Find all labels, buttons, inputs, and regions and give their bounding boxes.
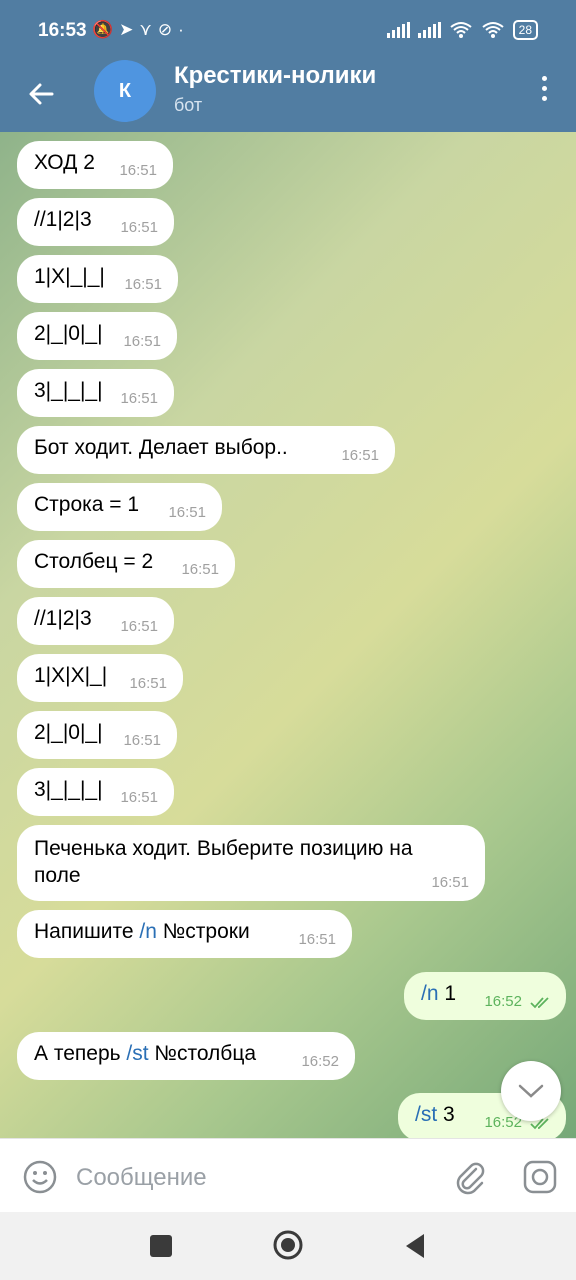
- signal-icon-2: [417, 22, 441, 38]
- mute-icon: 🔕: [92, 20, 120, 39]
- home-button[interactable]: [272, 1229, 304, 1261]
- message-text: Строка = 1: [34, 493, 140, 516]
- message-bubble[interactable]: 2|_|0|_| 16:51: [17, 711, 177, 759]
- link-icon: ⊘: [157, 20, 179, 39]
- avatar[interactable]: К: [94, 60, 156, 122]
- notification-icons: 🔕➤⋎⊘·: [92, 20, 190, 40]
- message-bubble[interactable]: 3|_|_|_| 16:51: [17, 369, 174, 417]
- message-text: 3|_|_|_|: [34, 379, 103, 402]
- message-text: ХОД 2: [34, 151, 95, 174]
- message-bubble[interactable]: Бот ходит. Делает выбор.. 16:51: [17, 426, 395, 474]
- message-bubble[interactable]: Строка = 1 16:51: [17, 483, 222, 531]
- message-input-bar: [0, 1138, 576, 1213]
- message-text: //1|2|3: [34, 208, 92, 231]
- recents-button[interactable]: [150, 1235, 172, 1257]
- camera-icon[interactable]: [522, 1159, 558, 1195]
- system-nav-bar: [0, 1212, 576, 1280]
- message-text-part: №столбца: [148, 1042, 257, 1065]
- message-text: Печенька ходит. Выберите позицию на поле: [34, 837, 413, 887]
- message-text: //1|2|3: [34, 607, 92, 630]
- message-time: 16:51: [298, 931, 336, 948]
- message-text: /st 3: [415, 1103, 455, 1126]
- message-input[interactable]: [74, 1157, 418, 1199]
- chat-header: К Крестики-нолики бот: [0, 60, 576, 132]
- battery-icon: 28: [512, 20, 538, 40]
- command-link[interactable]: /n: [421, 982, 439, 1005]
- message-text-part: А теперь: [34, 1042, 127, 1065]
- chevron-down-icon: [518, 1084, 544, 1098]
- message-time: 16:51: [181, 561, 219, 578]
- back-triangle-icon[interactable]: [402, 1232, 428, 1260]
- message-text: /n 1: [421, 982, 456, 1005]
- message-text: 1|X|_|_|: [34, 265, 105, 288]
- outgoing-message-bubble[interactable]: /n 1 16:52: [404, 972, 566, 1020]
- message-bubble[interactable]: 1|X|_|_| 16:51: [17, 255, 178, 303]
- message-text: Бот ходит. Делает выбор..: [34, 436, 288, 459]
- attach-icon[interactable]: [452, 1159, 488, 1195]
- message-bubble[interactable]: Столбец = 2 16:51: [17, 540, 235, 588]
- status-right: 28: [386, 20, 538, 40]
- message-text: Напишите /n №строки: [34, 920, 250, 943]
- message-time: 16:51: [123, 333, 161, 350]
- message-time: 16:51: [120, 390, 158, 407]
- signal-icon: [386, 22, 410, 38]
- message-time: 16:51: [123, 732, 161, 749]
- command-link[interactable]: /n: [139, 920, 157, 943]
- status-time: 16:53: [38, 20, 87, 41]
- read-checks-icon: [530, 997, 549, 1009]
- message-text: А теперь /st №столбца: [34, 1042, 256, 1065]
- message-text-part: 1: [438, 982, 457, 1005]
- message-bubble[interactable]: 1|X|X|_| 16:51: [17, 654, 183, 702]
- message-time: 16:51: [341, 447, 379, 464]
- message-bubble[interactable]: Напишите /n №строки 16:51: [17, 910, 352, 958]
- message-time: 16:52: [484, 993, 522, 1010]
- message-time: 16:51: [120, 219, 158, 236]
- command-link[interactable]: /st: [126, 1042, 148, 1065]
- message-time: 16:51: [119, 162, 157, 179]
- dot-icon: ·: [178, 20, 190, 39]
- chat-title[interactable]: Крестики-нолики: [174, 62, 376, 90]
- app-icon: ⋎: [139, 20, 158, 39]
- wifi-icon: [450, 22, 472, 38]
- status-bar: 16:53 🔕➤⋎⊘· 28: [0, 0, 576, 60]
- message-time: 16:52: [301, 1053, 339, 1070]
- message-text: 3|_|_|_|: [34, 778, 103, 801]
- message-bubble[interactable]: 2|_|0|_| 16:51: [17, 312, 177, 360]
- message-text: 2|_|0|_|: [34, 322, 103, 345]
- message-time: 16:51: [168, 504, 206, 521]
- message-time: 16:51: [431, 874, 469, 891]
- more-menu-icon[interactable]: [540, 76, 548, 106]
- scroll-down-button[interactable]: [501, 1061, 561, 1121]
- message-time: 16:51: [129, 675, 167, 692]
- message-text-part: Напишите: [34, 920, 140, 943]
- message-bubble[interactable]: //1|2|3 16:51: [17, 597, 174, 645]
- message-bubble[interactable]: 3|_|_|_| 16:51: [17, 768, 174, 816]
- message-text: Столбец = 2: [34, 550, 154, 573]
- telegram-icon: ➤: [119, 20, 140, 39]
- message-bubble[interactable]: ХОД 2 16:51: [17, 141, 173, 189]
- command-link[interactable]: /st: [415, 1103, 437, 1126]
- message-text-part: 3: [437, 1103, 455, 1126]
- message-text: 1|X|X|_|: [34, 664, 108, 687]
- chat-area[interactable]: ХОД 2 16:51 //1|2|3 16:51 1|X|_|_| 16:51…: [0, 132, 576, 1138]
- emoji-icon[interactable]: [22, 1159, 58, 1195]
- message-bubble[interactable]: А теперь /st №столбца 16:52: [17, 1032, 355, 1080]
- wifi-icon-2: [482, 22, 504, 38]
- message-text: 2|_|0|_|: [34, 721, 103, 744]
- message-bubble[interactable]: Печенька ходит. Выберите позицию на поле…: [17, 825, 485, 901]
- message-text-part: №строки: [156, 920, 250, 943]
- back-arrow-icon[interactable]: [22, 74, 62, 114]
- message-time: 16:51: [124, 276, 162, 293]
- message-bubble[interactable]: //1|2|3 16:51: [17, 198, 174, 246]
- message-time: 16:51: [120, 618, 158, 635]
- message-time: 16:51: [120, 789, 158, 806]
- chat-subtitle: бот: [174, 95, 203, 115]
